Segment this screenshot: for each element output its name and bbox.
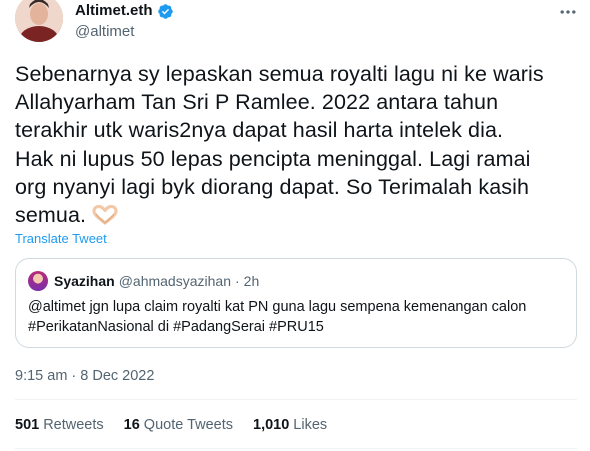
divider [15,399,577,400]
tweet-text-line: terakhir utk waris2nya dapat hasil harta… [15,118,504,143]
tweet-timestamp[interactable]: 9:15 am · 8 Dec 2022 [15,366,154,386]
author-display-name[interactable]: Altimet.eth [75,1,153,21]
tweet-card: Altimet.eth @altimet Sebenarnya sy lepas… [0,0,590,451]
verified-badge-icon [157,3,173,19]
quoted-separator: · [234,273,240,289]
author-name-row: Altimet.eth [75,1,174,21]
heart-hands-icon [92,205,118,225]
quote-tweets-stat[interactable]: 16 Quote Tweets [124,415,233,435]
tweet-date: 8 Dec 2022 [80,368,155,384]
quote-tweets-count: 16 [123,417,140,433]
translate-tweet-link[interactable]: Translate Tweet [15,231,107,247]
divider [15,448,577,449]
engagement-stats: 501 Retweets 16 Quote Tweets 1,010 Likes [15,415,327,435]
avatar-image [15,0,63,42]
quoted-tweet-text: @altimet jgn lupa claim royalti kat PN g… [28,297,568,337]
quoted-author-name[interactable]: Syazihan [54,273,115,289]
quoted-text-line: #PerikatanNasional di #PadangSerai #PRU1… [28,319,324,335]
quoted-author-avatar[interactable] [28,271,48,291]
tweet-text-line: semua. [15,203,87,228]
quote-tweets-label: Quote Tweets [143,417,233,433]
tweet-text: Sebenarnya sy lepaskan semua royalti lag… [15,60,575,229]
likes-count: 1,010 [253,417,290,433]
more-options-icon[interactable] [558,2,578,22]
tweet-text-line: Sebenarnya sy lepaskan semua royalti lag… [15,62,544,86]
tweet-time: 9:15 am [15,368,68,384]
quoted-tweet[interactable]: Syazihan @ahmadsyazihan · 2h @altimet jgn l… [15,258,577,348]
likes-stat[interactable]: 1,010 Likes [253,415,327,435]
timestamp-separator: · [71,368,77,384]
author-handle[interactable]: @altimet [75,22,134,42]
retweets-label: Retweets [43,417,104,433]
tweet-text-line: Hak ni lupus 50 lepas pencipta meninggal… [15,146,531,171]
quoted-tweet-time[interactable]: 2h [244,273,260,289]
tweet-text-line: org nyanyi lagi byk diorang dapat. So Te… [15,174,530,199]
quoted-author-handle[interactable]: @ahmadsyazihan [119,273,231,289]
author-avatar[interactable] [15,0,63,42]
tweet-text-last-line: semua. [15,201,575,229]
likes-label: Likes [293,417,328,433]
quoted-tweet-header: Syazihan @ahmadsyazihan · 2h [54,271,259,291]
retweets-stat[interactable]: 501 Retweets [15,415,104,435]
tweet-text-line: Allahyarham Tan Sri P Ramlee. 2022 antar… [15,90,499,115]
retweets-count: 501 [15,417,40,433]
quoted-text-line: @altimet jgn lupa claim royalti kat PN g… [28,299,527,315]
